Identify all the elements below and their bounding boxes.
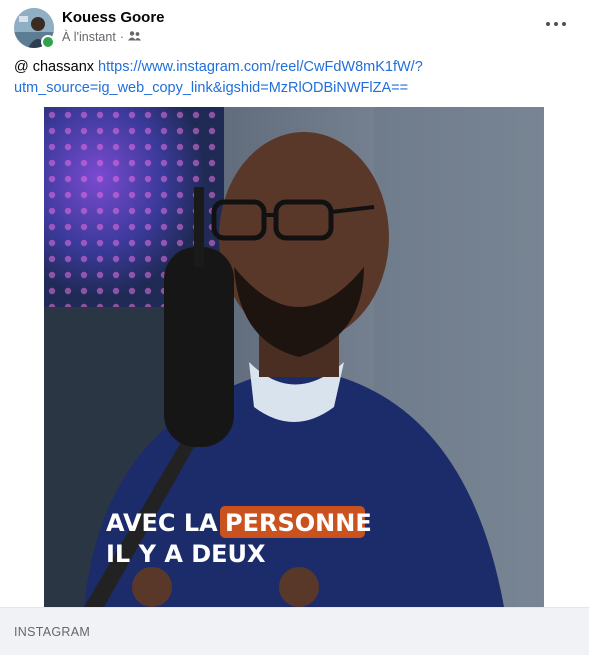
friends-icon[interactable] <box>127 30 141 44</box>
post-bottom-border <box>0 655 589 659</box>
link-source-label: INSTAGRAM <box>14 625 91 639</box>
post-timestamp[interactable]: À l'instant <box>62 30 116 44</box>
meta-separator: · <box>119 30 124 44</box>
video-caption-line1b: PERSONNE <box>225 509 372 537</box>
link-preview-footer[interactable]: INSTAGRAM <box>0 607 589 656</box>
mention-text[interactable]: @ chassanx <box>14 59 94 75</box>
more-horizontal-icon[interactable] <box>543 14 569 34</box>
post-text: @ chassanx https://www.instagram.com/ree… <box>14 57 574 99</box>
post-meta: À l'instant · <box>62 30 141 44</box>
online-status-dot <box>41 35 55 49</box>
instagram-link-line2[interactable]: utm_source=ig_web_copy_link&igshid=MzRlO… <box>14 80 408 96</box>
instagram-reel-video[interactable]: AVEC LA PERSONNE IL Y A DEUX <box>44 107 544 607</box>
instagram-link-line1[interactable]: https://www.instagram.com/reel/CwFdW8mK1… <box>98 59 423 75</box>
author-name[interactable]: Kouess Goore <box>62 9 165 26</box>
video-caption-line1a: AVEC LA <box>106 509 218 537</box>
facebook-post: Kouess Goore À l'instant · @ chassanx ht… <box>0 0 589 659</box>
video-caption-line2: IL Y A DEUX <box>106 540 266 568</box>
